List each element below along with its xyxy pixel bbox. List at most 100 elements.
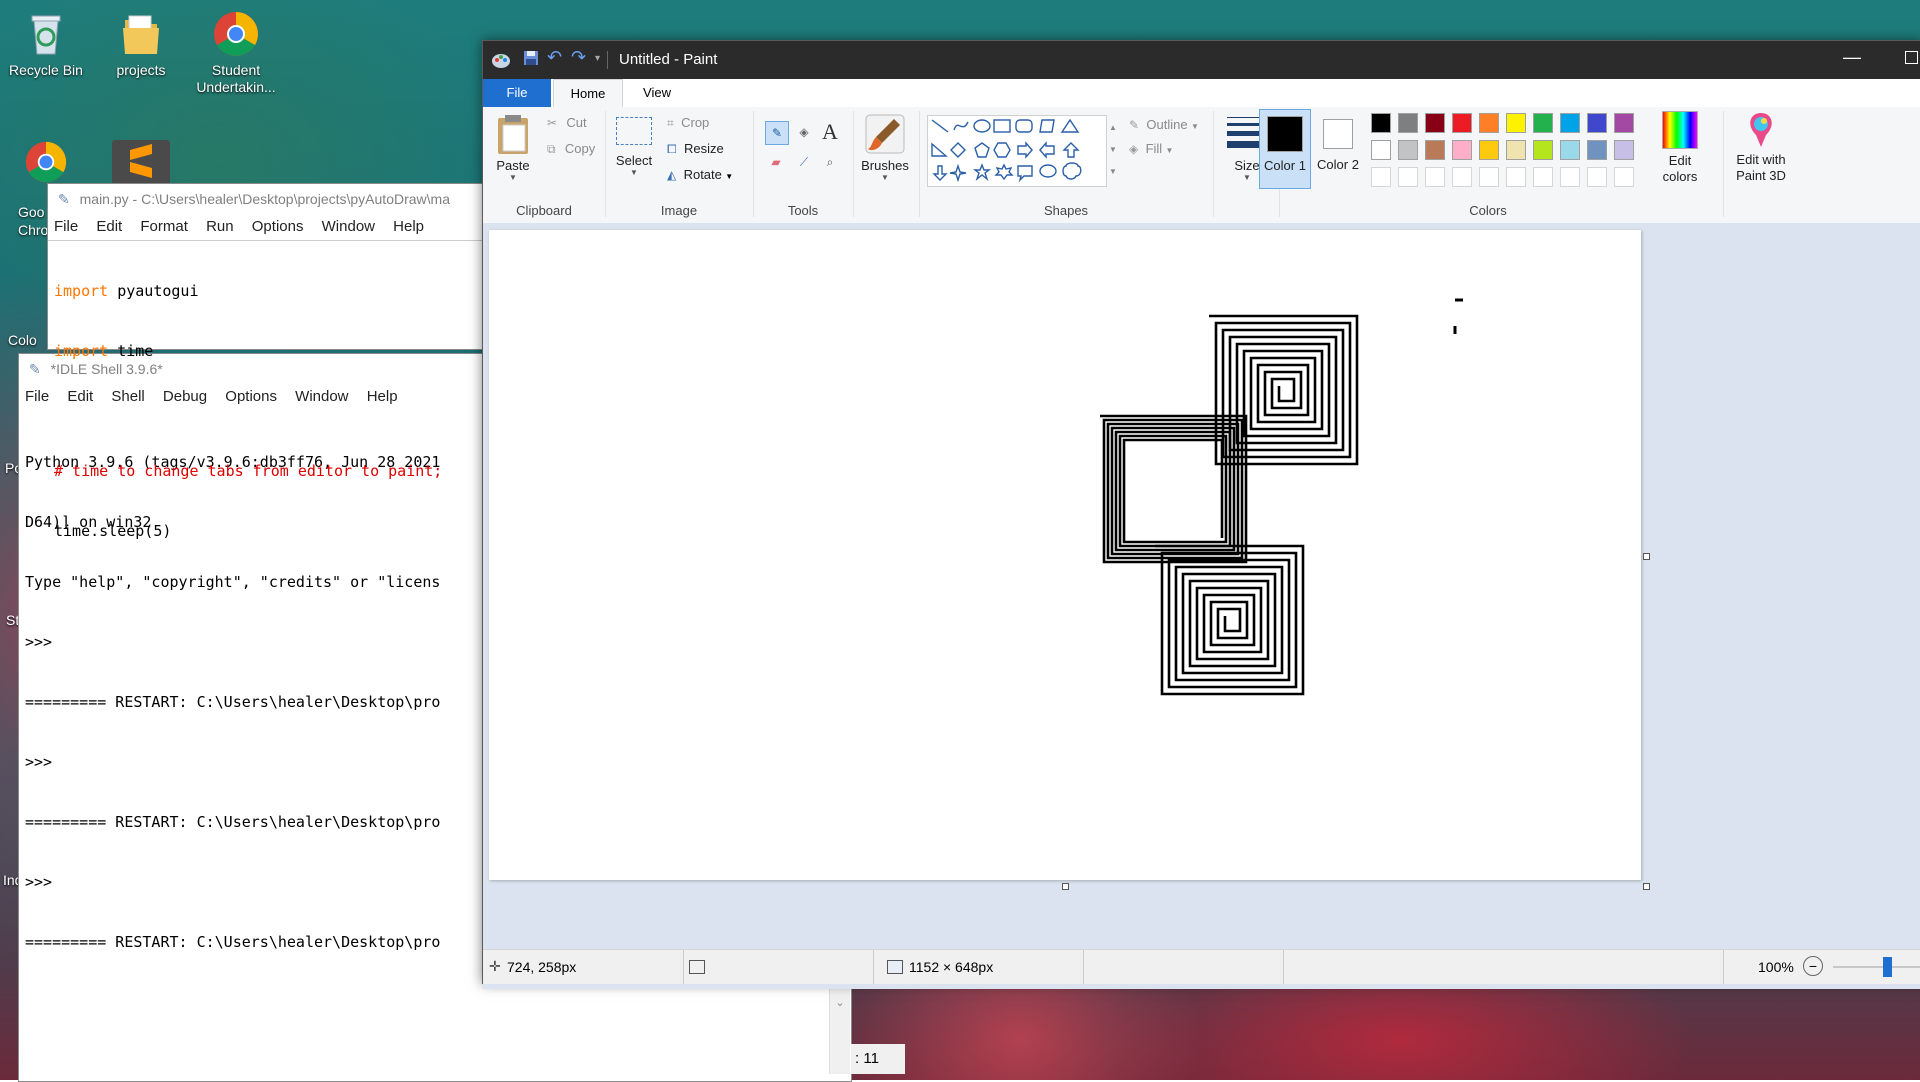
cursor-position: 724, 258px (507, 959, 577, 975)
editor-menu-format[interactable]: Format (140, 218, 188, 235)
palette-swatch[interactable] (1425, 140, 1445, 160)
palette-swatch[interactable] (1371, 113, 1391, 133)
palette-swatch[interactable] (1587, 113, 1607, 133)
maximize-button[interactable] (1905, 51, 1918, 64)
palette-swatch[interactable] (1479, 113, 1499, 133)
idle-editor-window[interactable]: ✎ main.py - C:\Users\healer\Desktop\proj… (47, 183, 484, 540)
palette-swatch[interactable] (1533, 167, 1553, 187)
desktop-icon-label: Goo (18, 204, 45, 220)
editor-menu-help[interactable]: Help (393, 218, 424, 235)
resize-button[interactable]: ⧠ Resize (667, 141, 724, 157)
palette-swatch[interactable] (1614, 113, 1634, 133)
undo-icon[interactable]: ↶ (547, 47, 562, 68)
minimize-button[interactable]: — (1843, 47, 1861, 68)
palette-swatch[interactable] (1425, 167, 1445, 187)
palette-swatch[interactable] (1398, 113, 1418, 133)
palette-swatch[interactable] (1587, 167, 1607, 187)
shapes-gallery[interactable] (927, 115, 1107, 187)
customize-quick-access-icon[interactable]: ▾ (595, 53, 600, 64)
palette-swatch[interactable] (1533, 140, 1553, 160)
fill-button[interactable]: ◈ Fill ▼ (1129, 141, 1173, 156)
chevron-down-icon[interactable]: ⌄ (830, 996, 850, 1009)
crop-button[interactable]: ⌗ Crop (667, 115, 709, 131)
palette-swatch[interactable] (1506, 140, 1526, 160)
editor-menu-edit[interactable]: Edit (96, 218, 122, 235)
zoom-slider-thumb[interactable] (1883, 957, 1892, 977)
sublime-text-icon[interactable] (112, 140, 170, 184)
copy-button[interactable]: ⧉ Copy (547, 141, 595, 157)
palette-swatch[interactable] (1533, 113, 1553, 133)
drawing-canvas[interactable] (489, 230, 1641, 880)
select-button[interactable]: Select ▼ (611, 117, 657, 177)
palette-swatch[interactable] (1560, 167, 1580, 187)
palette-swatch[interactable] (1452, 113, 1472, 133)
palette-swatch[interactable] (1614, 167, 1634, 187)
editor-menu-options[interactable]: Options (252, 218, 304, 235)
color2-button[interactable]: Color 2 (1313, 109, 1363, 187)
paint-window[interactable]: ↶ ↷ ▾ Untitled - Paint — File Home View … (482, 40, 1920, 989)
cut-button[interactable]: ✂ Cut (547, 115, 587, 130)
palette-swatch[interactable] (1506, 113, 1526, 133)
canvas-resize-handle-right[interactable] (1643, 553, 1650, 560)
fill-bucket-icon[interactable]: ◈ (793, 121, 815, 143)
palette-swatch[interactable] (1398, 140, 1418, 160)
redo-icon[interactable]: ↷ (571, 47, 586, 68)
editor-code-area[interactable]: import pyautogui import time # time to c… (48, 240, 483, 581)
palette-swatch[interactable] (1479, 140, 1499, 160)
shell-menu-file[interactable]: File (25, 388, 49, 405)
selection-size-icon (689, 960, 705, 974)
edit-colors-button[interactable]: Edit colors (1653, 111, 1707, 185)
recycle-bin-icon (22, 10, 70, 58)
palette-swatch[interactable] (1452, 167, 1472, 187)
brushes-button[interactable]: Brushes ▼ (857, 113, 913, 182)
palette-swatch[interactable] (1560, 140, 1580, 160)
chrome-icon[interactable] (24, 140, 68, 187)
palette-swatch[interactable] (1479, 167, 1499, 187)
tab-file[interactable]: File (483, 79, 551, 107)
rotate-button[interactable]: ◭ Rotate ▼ (667, 167, 733, 182)
paint-title-bar[interactable]: ↶ ↷ ▾ Untitled - Paint — (483, 41, 1920, 79)
desktop-icon-projects[interactable]: projects (97, 10, 185, 79)
palette-swatch[interactable] (1506, 167, 1526, 187)
zoom-slider-track[interactable] (1833, 966, 1920, 968)
tab-home[interactable]: Home (553, 79, 623, 108)
expand-gallery-icon[interactable]: ▼ (1109, 161, 1117, 183)
palette-swatch[interactable] (1425, 113, 1445, 133)
chevron-up-icon[interactable]: ▲ (1109, 117, 1117, 139)
code-line: import time (54, 341, 483, 361)
crop-icon: ⌗ (667, 116, 674, 130)
editor-title-bar[interactable]: ✎ main.py - C:\Users\healer\Desktop\proj… (48, 184, 483, 214)
editor-menu-run[interactable]: Run (206, 218, 234, 235)
palette-swatch[interactable] (1371, 167, 1391, 187)
magnifier-icon[interactable]: ⌕ (819, 151, 841, 173)
color-picker-icon[interactable]: ⟋ (793, 151, 815, 173)
palette-swatch[interactable] (1587, 140, 1607, 160)
canvas-resize-handle-bottom[interactable] (1062, 883, 1069, 890)
scissors-icon: ✂ (547, 116, 558, 130)
shell-scrollbar[interactable]: ⌄ (829, 984, 850, 1074)
editor-menu-window[interactable]: Window (322, 218, 375, 235)
zoom-out-button[interactable]: − (1803, 956, 1823, 976)
save-icon[interactable] (523, 50, 539, 69)
desktop-icon-recycle-bin[interactable]: Recycle Bin (2, 10, 90, 79)
palette-swatch[interactable] (1398, 167, 1418, 187)
canvas-resize-handle-corner[interactable] (1643, 883, 1650, 890)
pencil-icon[interactable]: ✎ (765, 121, 789, 145)
desktop-icon-student-undertaking[interactable]: Student Undertakin... (192, 10, 280, 96)
outline-button[interactable]: ✎ Outline ▼ (1129, 117, 1199, 132)
text-tool-icon[interactable]: A (819, 119, 841, 144)
tab-view[interactable]: View (627, 79, 687, 107)
edit-with-paint3d-button[interactable]: Edit with Paint 3D (1727, 111, 1795, 184)
color1-button[interactable]: Color 1 (1259, 109, 1311, 189)
eraser-icon[interactable]: ▰ (765, 151, 787, 173)
chrome-icon (212, 10, 260, 58)
palette-swatch[interactable] (1560, 113, 1580, 133)
paste-button[interactable]: Paste ▼ (491, 113, 535, 182)
palette-swatch[interactable] (1452, 140, 1472, 160)
shapes-scroll[interactable]: ▲ ▼ ▼ (1109, 117, 1117, 183)
palette-swatch[interactable] (1371, 140, 1391, 160)
editor-menu-file[interactable]: File (54, 218, 78, 235)
palette-swatch[interactable] (1614, 140, 1634, 160)
shell-line-col: : 11 (855, 1050, 879, 1067)
chevron-down-icon[interactable]: ▼ (1109, 139, 1117, 161)
